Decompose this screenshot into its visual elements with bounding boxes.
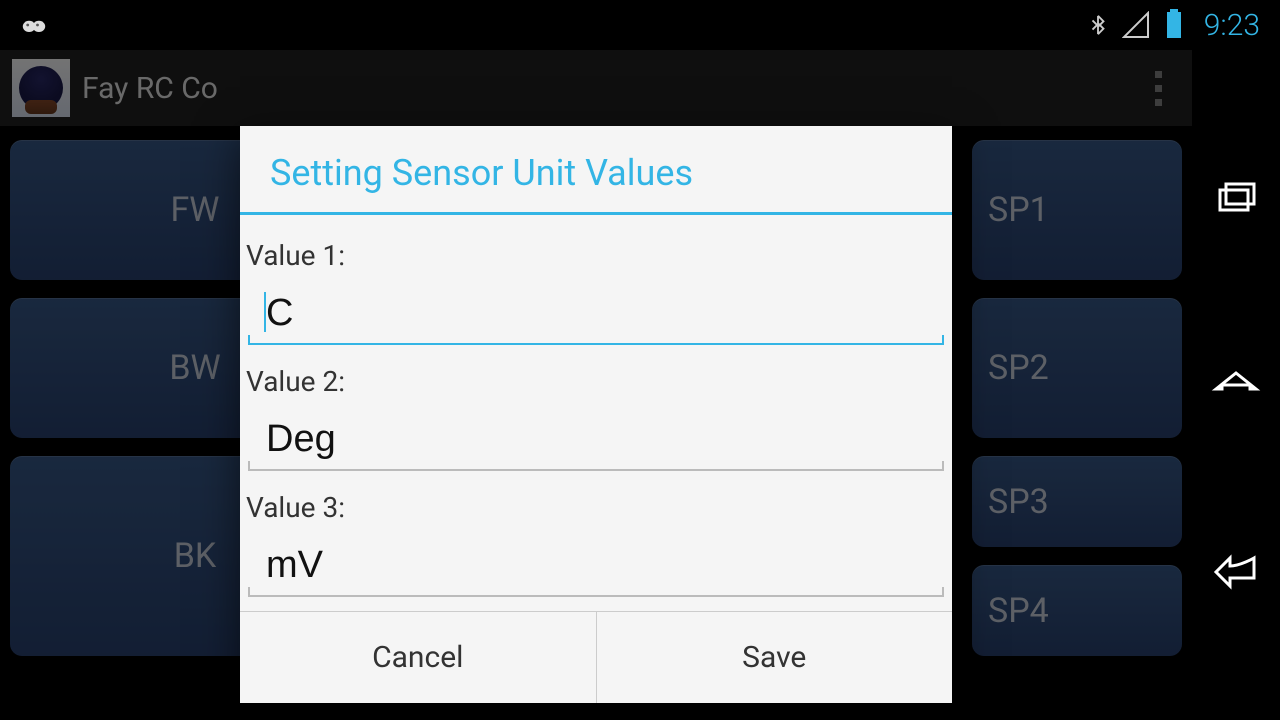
save-button[interactable]: Save bbox=[596, 612, 953, 703]
home-button[interactable] bbox=[1210, 359, 1262, 411]
android-debug-icon bbox=[20, 11, 48, 39]
value2-input-wrap bbox=[248, 404, 944, 471]
system-nav-bar bbox=[1192, 50, 1280, 720]
dialog-title: Setting Sensor Unit Values bbox=[240, 126, 952, 212]
bluetooth-icon bbox=[1084, 11, 1112, 39]
battery-icon bbox=[1160, 11, 1188, 39]
cancel-button[interactable]: Cancel bbox=[240, 612, 596, 703]
value2-label: Value 2: bbox=[244, 353, 948, 404]
value3-label: Value 3: bbox=[244, 479, 948, 530]
value1-label: Value 1: bbox=[244, 227, 948, 278]
status-bar: 9:23 bbox=[0, 0, 1280, 50]
recent-apps-button[interactable] bbox=[1210, 176, 1262, 228]
signal-icon bbox=[1122, 11, 1150, 39]
value1-input[interactable] bbox=[248, 278, 944, 345]
sensor-unit-dialog: Setting Sensor Unit Values Value 1: Valu… bbox=[240, 126, 952, 703]
value2-input[interactable] bbox=[248, 404, 944, 471]
clock: 9:23 bbox=[1204, 8, 1260, 43]
value3-input[interactable] bbox=[248, 530, 944, 597]
value3-input-wrap bbox=[248, 530, 944, 597]
value1-input-wrap bbox=[248, 278, 944, 345]
back-button[interactable] bbox=[1210, 542, 1262, 594]
